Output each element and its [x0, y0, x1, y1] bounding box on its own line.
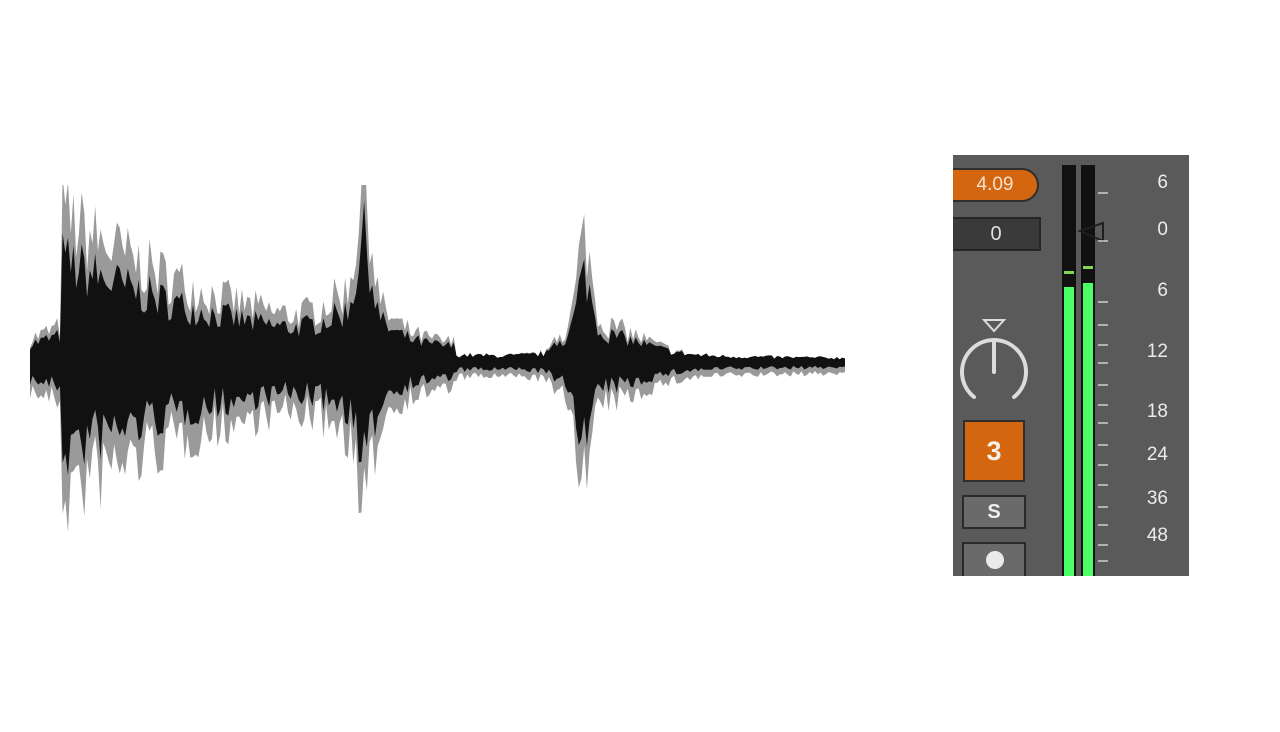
pan-indicator-triangle-icon	[981, 319, 1007, 333]
audio-waveform[interactable]	[30, 185, 845, 565]
track-volume-field[interactable]: 4.09	[953, 168, 1039, 202]
meter-scale-label: 6	[1157, 172, 1168, 193]
meter-peak-left	[1064, 271, 1074, 274]
track-activator-button[interactable]: 3	[963, 420, 1025, 482]
meter-scale-label: 0	[1157, 219, 1168, 240]
meter-scale-label: 6	[1157, 280, 1168, 301]
meter-scale-label: 36	[1146, 488, 1168, 509]
meter-fill-right	[1083, 283, 1093, 576]
track-pan-field[interactable]: 0	[953, 217, 1041, 251]
meter-scale-label: 18	[1146, 401, 1168, 422]
solo-button[interactable]: S	[962, 495, 1026, 529]
meter-peak-right	[1083, 266, 1093, 269]
pan-knob[interactable]	[956, 315, 1032, 407]
meter-fill-left	[1064, 287, 1074, 576]
mixer-channel-strip: 4.09 0 3 S 6 0 6 12 18 24 36 48	[953, 155, 1189, 576]
meter-scale-label: 12	[1146, 341, 1168, 362]
record-arm-button[interactable]	[962, 542, 1026, 576]
meter-scale-label: 24	[1146, 444, 1168, 465]
record-dot-icon	[986, 551, 1004, 569]
meter-scale-label: 48	[1146, 525, 1168, 546]
